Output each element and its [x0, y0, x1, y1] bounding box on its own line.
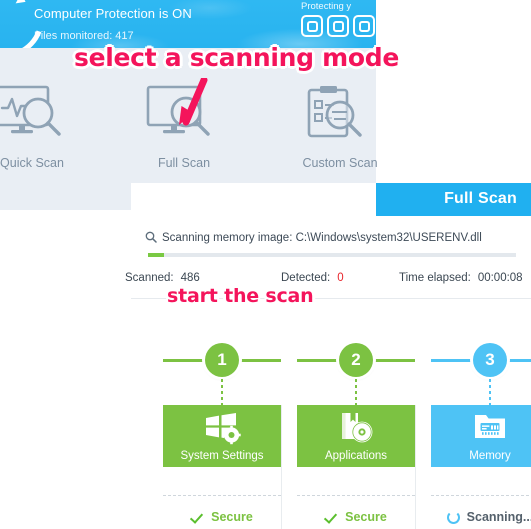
- check-icon: [325, 511, 338, 524]
- protection-tile-1[interactable]: [301, 15, 323, 37]
- check-icon: [191, 511, 204, 524]
- monitor-pulse-magnifier-icon: [0, 64, 92, 146]
- step-status: Secure: [163, 505, 281, 529]
- scan-progress-fill: [148, 253, 164, 257]
- annotation-arrow-icon: [160, 76, 220, 131]
- scan-mode-custom-scan-label: Custom Scan: [302, 156, 378, 170]
- step-card[interactable]: Applications: [297, 405, 415, 467]
- stat-scanned: Scanned: 486: [125, 272, 200, 284]
- stat-scanned-label: Scanned:: [125, 272, 174, 284]
- step-separator: [431, 495, 531, 496]
- step-connector: [489, 379, 491, 405]
- step-separator: [297, 495, 415, 496]
- annotation-start-the-scan: start the scan: [167, 285, 314, 307]
- full-scan-panel: Full Scan Scanning memory image: C:\Wind…: [125, 183, 531, 529]
- step-separator: [163, 495, 281, 496]
- protecting-you-label: Protecting y: [301, 1, 352, 12]
- stat-detected-label: Detected:: [281, 272, 331, 284]
- scan-mode-full-scan-label: Full Scan: [157, 156, 211, 170]
- step-card[interactable]: Memory: [431, 405, 531, 467]
- step-number-badge: 1: [205, 343, 239, 377]
- spinner-icon: [446, 510, 460, 524]
- step-card-label: System Settings: [180, 450, 264, 462]
- protection-status-header: Computer Protection is ON Files monitore…: [0, 0, 376, 48]
- scan-step-applications: 2 Applications Secure: [297, 343, 415, 529]
- full-scan-titlebar: Full Scan: [376, 183, 531, 216]
- magnifier-icon: [145, 231, 157, 246]
- disc-applications-icon: [336, 407, 376, 450]
- scan-mode-custom-scan[interactable]: Custom Scan: [280, 64, 400, 170]
- current-scan-target: Scanning memory image: C:\Windows\system…: [145, 231, 531, 246]
- memory-folder-icon: [470, 407, 510, 450]
- stat-detected: Detected: 0: [281, 272, 344, 284]
- scan-progress-bar: [148, 253, 516, 257]
- stat-scanned-value: 486: [180, 272, 200, 284]
- step-divider-2: [415, 405, 416, 529]
- step-card-label: Applications: [324, 450, 387, 462]
- scan-step-memory: 3 Memory Scanning...: [431, 343, 531, 529]
- full-scan-title: Full Scan: [444, 190, 517, 207]
- current-scan-target-text: Scanning memory image: C:\Windows\system…: [162, 232, 482, 244]
- protection-status-title: Computer Protection is ON: [34, 6, 192, 21]
- step-card-label: Memory: [469, 450, 511, 462]
- annotation-select-scanning-mode: select a scanning mode: [74, 43, 400, 72]
- scan-step-system-settings: 1 System Settings Secure: [163, 343, 281, 529]
- files-monitored-label: Files monitored: 417: [34, 30, 134, 42]
- scan-steps: 1 System Settings Secure 2 Applications …: [131, 343, 531, 529]
- clipboard-magnifier-icon: [280, 64, 400, 146]
- step-connector: [355, 379, 357, 405]
- step-status-label: Scanning...: [466, 510, 531, 524]
- stat-detected-value: 0: [337, 272, 344, 284]
- step-connector: [221, 379, 223, 405]
- step-status-label: Secure: [211, 510, 253, 524]
- windows-settings-icon: [202, 407, 242, 450]
- step-status: Secure: [297, 505, 415, 529]
- step-divider-1: [281, 405, 282, 529]
- protection-tiles: [301, 15, 376, 37]
- step-number-badge: 3: [473, 343, 507, 377]
- protection-tile-2[interactable]: [327, 15, 349, 37]
- step-number-badge: 2: [339, 343, 373, 377]
- stat-time-elapsed: Time elapsed: 00:00:08: [399, 272, 523, 284]
- step-status-label: Secure: [345, 510, 387, 524]
- stat-time-elapsed-label: Time elapsed:: [399, 272, 471, 284]
- protection-tile-3[interactable]: [353, 15, 375, 37]
- step-card[interactable]: System Settings: [163, 405, 281, 467]
- header-right-group: Protecting y: [300, 1, 376, 37]
- stat-time-elapsed-value: 00:00:08: [477, 272, 523, 284]
- step-status: Scanning...: [431, 505, 531, 529]
- scan-mode-quick-scan-label: Quick Scan: [0, 156, 64, 170]
- scan-mode-quick-scan[interactable]: Quick Scan: [0, 64, 92, 170]
